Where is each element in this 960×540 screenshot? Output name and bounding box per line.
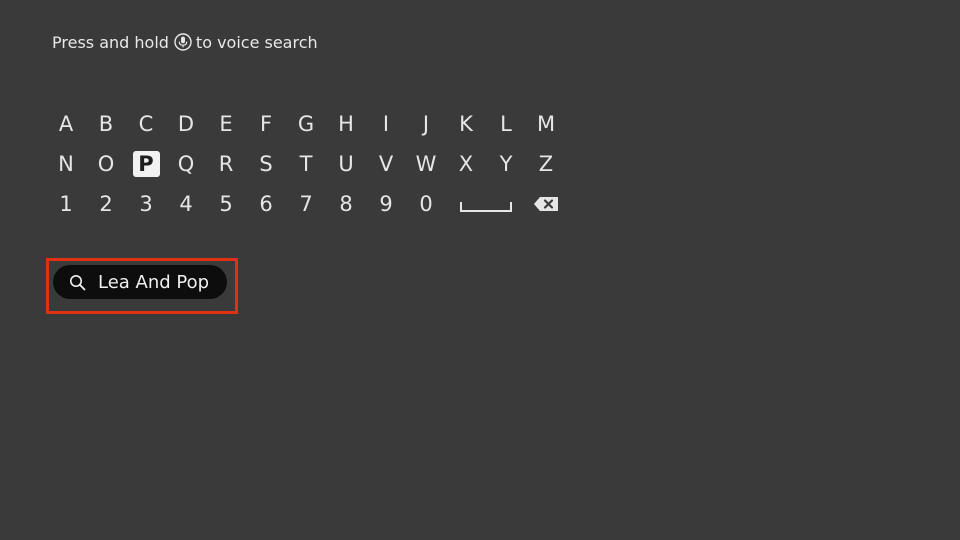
- key-1[interactable]: 1: [46, 184, 86, 224]
- key-i[interactable]: I: [366, 104, 406, 144]
- key-x[interactable]: X: [446, 144, 486, 184]
- microphone-icon: [174, 33, 192, 51]
- key-u[interactable]: U: [326, 144, 366, 184]
- key-g[interactable]: G: [286, 104, 326, 144]
- key-7[interactable]: 7: [286, 184, 326, 224]
- hint-prefix: Press and hold: [52, 32, 169, 52]
- voice-search-hint: Press and hold to voice search: [52, 31, 318, 53]
- key-v[interactable]: V: [366, 144, 406, 184]
- key-c[interactable]: C: [126, 104, 166, 144]
- search-icon: [69, 274, 86, 291]
- key-4[interactable]: 4: [166, 184, 206, 224]
- space-key[interactable]: [446, 184, 526, 224]
- key-y[interactable]: Y: [486, 144, 526, 184]
- key-a[interactable]: A: [46, 104, 86, 144]
- key-5[interactable]: 5: [206, 184, 246, 224]
- key-j[interactable]: J: [406, 104, 446, 144]
- search-field-highlight: Lea And Pop: [46, 258, 238, 314]
- key-o[interactable]: O: [86, 144, 126, 184]
- key-m[interactable]: M: [526, 104, 566, 144]
- key-9[interactable]: 9: [366, 184, 406, 224]
- search-query-text: Lea And Pop: [98, 271, 210, 293]
- onscreen-keyboard: A B C D E F G H I J K L M N O P Q R S T …: [46, 104, 566, 224]
- key-2[interactable]: 2: [86, 184, 126, 224]
- key-0[interactable]: 0: [406, 184, 446, 224]
- key-h[interactable]: H: [326, 104, 366, 144]
- keyboard-row-digits: 1 2 3 4 5 6 7 8 9 0: [46, 184, 566, 224]
- key-l[interactable]: L: [486, 104, 526, 144]
- key-p-selected[interactable]: P: [126, 144, 166, 184]
- key-r[interactable]: R: [206, 144, 246, 184]
- key-n[interactable]: N: [46, 144, 86, 184]
- key-f[interactable]: F: [246, 104, 286, 144]
- key-e[interactable]: E: [206, 104, 246, 144]
- key-6[interactable]: 6: [246, 184, 286, 224]
- key-k[interactable]: K: [446, 104, 486, 144]
- space-icon: [460, 202, 512, 212]
- backspace-icon: [533, 196, 559, 212]
- key-d[interactable]: D: [166, 104, 206, 144]
- key-s[interactable]: S: [246, 144, 286, 184]
- hint-suffix: to voice search: [195, 32, 318, 52]
- key-3[interactable]: 3: [126, 184, 166, 224]
- key-t[interactable]: T: [286, 144, 326, 184]
- search-query-field[interactable]: Lea And Pop: [53, 265, 227, 299]
- key-z[interactable]: Z: [526, 144, 566, 184]
- keyboard-row-letters-2: N O P Q R S T U V W X Y Z: [46, 144, 566, 184]
- key-8[interactable]: 8: [326, 184, 366, 224]
- keyboard-row-letters-1: A B C D E F G H I J K L M: [46, 104, 566, 144]
- key-w[interactable]: W: [406, 144, 446, 184]
- backspace-key[interactable]: [526, 184, 566, 224]
- key-b[interactable]: B: [86, 104, 126, 144]
- key-q[interactable]: Q: [166, 144, 206, 184]
